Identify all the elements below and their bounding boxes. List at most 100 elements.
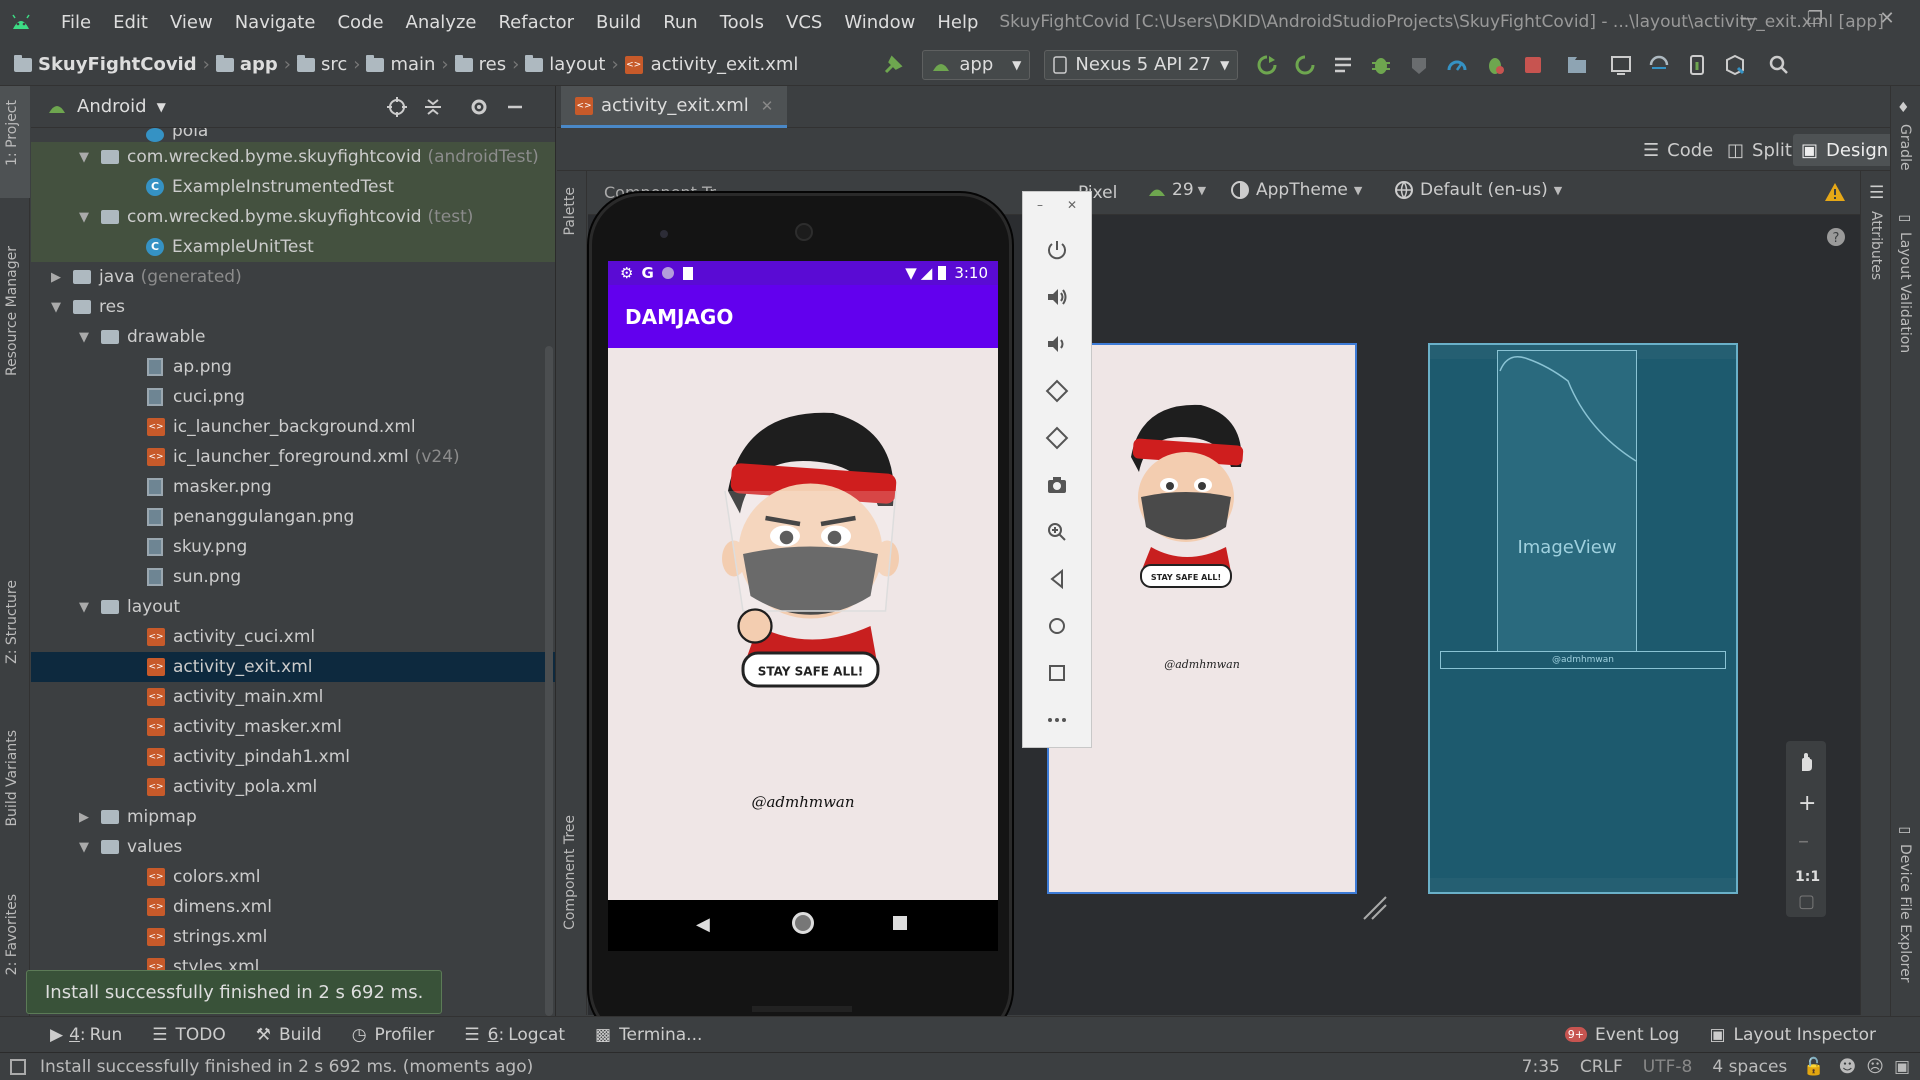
menu-run[interactable]: Run — [652, 12, 709, 33]
lock-icon[interactable]: 🔓 — [1803, 1057, 1824, 1077]
event-log-button[interactable]: 9+ Event Log — [1564, 1025, 1679, 1045]
api-level-select[interactable]: 29 ▼ — [1148, 180, 1206, 200]
tree-item-selected[interactable]: <> activity_exit.xml — [31, 652, 555, 682]
breadcrumb-src[interactable]: src — [291, 54, 353, 75]
run-list-icon[interactable] — [1332, 54, 1354, 76]
tree-item[interactable]: <> strings.xml — [31, 922, 555, 952]
device-manager-icon[interactable] — [1686, 54, 1708, 76]
warning-icon[interactable] — [1824, 182, 1846, 202]
power-icon[interactable] — [1045, 238, 1069, 262]
profile-icon[interactable] — [1446, 54, 1468, 76]
tree-item[interactable]: <> ic_launcher_foreground.xml (v24) — [31, 442, 555, 472]
inspection-face-icon[interactable]: ☻ — [1838, 1057, 1856, 1077]
logcat-tool-button[interactable]: ☰ 6: Logcat — [464, 1025, 565, 1045]
restore-button[interactable]: ❐ — [1800, 8, 1830, 34]
stripe-structure[interactable]: Z: Structure — [4, 580, 20, 664]
pan-hand-icon[interactable] — [1796, 751, 1818, 773]
tree-item[interactable]: ▼ res — [31, 292, 555, 322]
make-project-icon[interactable] — [882, 54, 904, 76]
tree-item[interactable]: <> activity_pindah1.xml — [31, 742, 555, 772]
expand-arrow-icon[interactable]: ▼ — [77, 330, 91, 345]
tree-item[interactable]: <> ic_launcher_background.xml — [31, 412, 555, 442]
expand-arrow-icon[interactable]: ▼ — [77, 600, 91, 615]
breadcrumb-project[interactable]: SkuyFightCovid — [8, 54, 203, 75]
more-options-icon[interactable] — [1045, 708, 1069, 732]
menu-vcs[interactable]: VCS — [775, 12, 833, 33]
run-config-select[interactable]: app ▼ — [922, 49, 1031, 80]
zoom-icon[interactable] — [1045, 520, 1069, 544]
design-mode-button[interactable]: ▣ Design — [1793, 134, 1897, 166]
breadcrumb-file[interactable]: <> activity_exit.xml — [619, 54, 805, 75]
zoom-actual-size-button[interactable]: 1:1 — [1795, 869, 1820, 885]
help-icon[interactable]: ? — [1826, 227, 1846, 247]
menu-edit[interactable]: Edit — [102, 12, 159, 33]
tree-item[interactable]: <> activity_main.xml — [31, 682, 555, 712]
tree-item[interactable]: <> dimens.xml — [31, 892, 555, 922]
tree-item[interactable]: <> activity_cuci.xml — [31, 622, 555, 652]
breadcrumb-app[interactable]: app — [210, 54, 284, 75]
menu-view[interactable]: View — [159, 12, 224, 33]
phone-screen[interactable]: ⚙ G ▼ ◢ 3:10 DAMJAGO STAY SAFE ALL! @adm… — [608, 261, 998, 951]
menu-navigate[interactable]: Navigate — [224, 12, 327, 33]
menu-build[interactable]: Build — [585, 12, 652, 33]
stripe-palette[interactable]: Palette — [562, 187, 578, 236]
tree-item[interactable]: penanggulangan.png — [31, 502, 555, 532]
stripe-resource-manager[interactable]: Resource Manager — [4, 246, 20, 376]
zoom-in-icon[interactable]: + — [1798, 791, 1816, 816]
resize-handle-icon[interactable] — [1360, 893, 1388, 921]
menu-refactor[interactable]: Refactor — [487, 12, 585, 33]
sync-project-icon[interactable] — [1566, 54, 1588, 76]
zoom-out-icon[interactable]: – — [1798, 829, 1809, 854]
event-icon[interactable]: ▣ — [1894, 1057, 1910, 1077]
todo-tool-button[interactable]: ☰ TODO — [152, 1025, 226, 1045]
tree-item[interactable]: sun.png — [31, 562, 555, 592]
breadcrumb-res[interactable]: res — [449, 54, 512, 75]
breadcrumb-layout[interactable]: layout — [519, 54, 611, 75]
locate-icon[interactable] — [386, 96, 408, 118]
apply-code-changes-icon[interactable] — [1294, 54, 1316, 76]
debug-icon[interactable] — [1370, 54, 1392, 76]
emu-overview-icon[interactable] — [1045, 661, 1069, 685]
apply-changes-icon[interactable] — [1256, 54, 1278, 76]
blueprint-textview[interactable]: @admhmwan — [1440, 651, 1726, 669]
avd-manager-icon[interactable] — [1610, 54, 1632, 76]
file-encoding[interactable]: UTF-8 — [1643, 1057, 1693, 1077]
caret-position[interactable]: 7:35 — [1522, 1057, 1560, 1077]
design-preview[interactable]: STAY SAFE ALL! @admhmwan — [1047, 343, 1357, 894]
tree-item[interactable]: ap.png — [31, 352, 555, 382]
camera-icon[interactable] — [1045, 473, 1069, 497]
line-separator[interactable]: CRLF — [1580, 1057, 1623, 1077]
tree-item[interactable]: ▼ com.wrecked.byme.skuyfightcovid (android… — [31, 142, 555, 172]
stripe-device-file-explorer[interactable]: Device File Explorer — [1897, 844, 1913, 983]
home-icon[interactable] — [792, 912, 814, 934]
project-scrollbar[interactable] — [545, 346, 553, 1016]
gear-icon[interactable] — [468, 96, 490, 118]
locale-select[interactable]: Default (en-us) ▼ — [1394, 180, 1562, 200]
tree-item[interactable]: C ExampleInstrumentedTest — [31, 172, 555, 202]
editor-tab-activity-exit[interactable]: <> activity_exit.xml ✕ — [561, 86, 788, 128]
tree-item[interactable]: ▶ java (generated) — [31, 262, 555, 292]
emulator-close-icon[interactable]: ✕ — [1067, 198, 1077, 212]
tree-item[interactable]: ▼ values — [31, 832, 555, 862]
coverage-icon[interactable] — [1408, 54, 1430, 76]
close-window-button[interactable]: ✕ — [1872, 8, 1902, 34]
attach-debugger-icon[interactable] — [1484, 54, 1506, 76]
indent-setting[interactable]: 4 spaces — [1712, 1057, 1787, 1077]
minimize-button[interactable]: — — [1734, 8, 1764, 34]
character-image[interactable]: STAY SAFE ALL! — [698, 401, 908, 701]
chevron-down-icon[interactable]: ▼ — [157, 100, 166, 114]
breadcrumb-main[interactable]: main — [360, 54, 441, 75]
recents-icon[interactable] — [893, 916, 907, 930]
install-toast[interactable]: Install successfully finished in 2 s 692… — [26, 970, 443, 1014]
rotate-left-icon[interactable] — [1045, 379, 1069, 403]
tree-item[interactable]: cuci.png — [31, 382, 555, 412]
stripe-component-tree[interactable]: Component Tree — [562, 815, 578, 930]
theme-select[interactable]: AppTheme ▼ — [1230, 180, 1362, 200]
search-icon[interactable] — [1768, 54, 1790, 76]
sdk-manager-icon[interactable] — [1724, 54, 1746, 76]
stripe-favorites[interactable]: 2: Favorites — [4, 894, 20, 975]
stripe-build-variants[interactable]: Build Variants — [4, 730, 20, 827]
expand-arrow-icon[interactable]: ▼ — [77, 210, 91, 225]
rotate-right-icon[interactable] — [1045, 426, 1069, 450]
character-image[interactable]: STAY SAFE ALL! — [1111, 397, 1251, 597]
